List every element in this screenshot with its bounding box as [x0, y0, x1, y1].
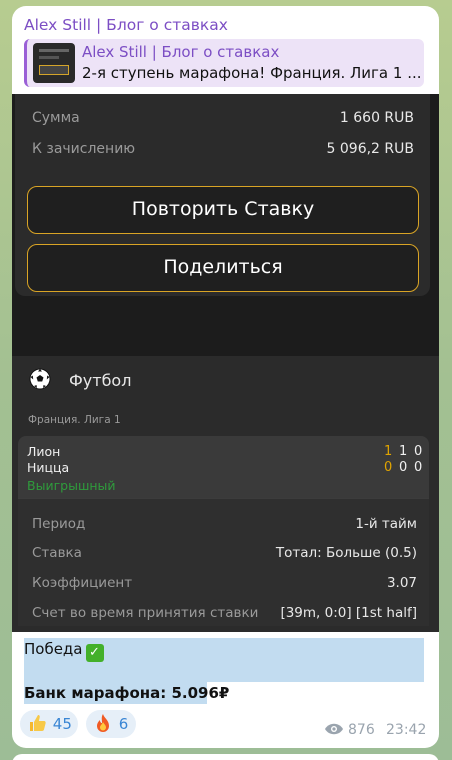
bet-status: Выигрышный [27, 478, 116, 493]
home-score-extra: 0 [414, 444, 423, 459]
win-text: Победа [24, 640, 83, 658]
score-at-bet-label: Счет во время принятия ставки [32, 605, 259, 621]
views-counter: 876 [324, 722, 375, 738]
period-label: Период [32, 516, 86, 532]
reaction-thumbs-up[interactable]: 45 [20, 710, 78, 738]
soccer-ball-icon [29, 368, 51, 390]
league-name: Франция. Лига 1 [28, 414, 121, 426]
thumbs-up-count: 45 [52, 715, 72, 733]
repeat-bet-button[interactable]: Повторить Ставку [27, 186, 419, 234]
message-line-win: Победа ✓ [24, 640, 104, 662]
bet-details: Период 1-й тайм Ставка Тотал: Больше (0.… [18, 498, 429, 626]
reaction-fire[interactable]: 6 [86, 710, 136, 738]
odds-value: 3.07 [386, 575, 417, 591]
reply-title: Alex Still | Блог о ставках [82, 43, 280, 61]
sum-label: Сумма [32, 110, 80, 126]
channel-name[interactable]: Alex Still | Блог о ставках [24, 16, 228, 34]
message-time: 23:42 [386, 722, 427, 738]
sum-value: 1 660 RUB [339, 110, 414, 126]
away-score-current: 0 [384, 460, 393, 475]
away-score-extra: 0 [414, 460, 423, 475]
period-value: 1-й тайм [355, 516, 417, 532]
bet-summary-card: Сумма 1 660 RUB К зачислению 5 096,2 RUB… [15, 94, 430, 296]
reply-thumbnail [33, 43, 75, 83]
bet-type-value: Тотал: Больше (0.5) [275, 545, 417, 561]
message-bubble[interactable]: Alex Still | Блог о ставках Alex Still |… [12, 6, 439, 748]
marathon-bank-text: Банк марафона: 5.096₽ [24, 684, 230, 702]
thumbs-up-icon [30, 715, 46, 731]
score-at-bet-value: [39m, 0:0] [1st half] [280, 605, 417, 621]
match-score-box: Лион Ницца 1 1 0 0 0 0 Выигрышный [18, 436, 429, 498]
bet-screenshot[interactable]: Сумма 1 660 RUB К зачислению 5 096,2 RUB… [12, 94, 439, 632]
reply-preview[interactable]: Alex Still | Блог о ставках 2-я ступень … [24, 39, 424, 87]
payout-value: 5 096,2 RUB [326, 141, 414, 157]
home-score-half: 1 [399, 444, 408, 459]
sport-name: Футбол [69, 371, 132, 390]
fire-icon [97, 714, 109, 732]
home-team: Лион [27, 444, 61, 459]
check-mark-icon: ✓ [85, 644, 104, 662]
away-team: Ницца [27, 460, 70, 475]
payout-label: К зачислению [32, 141, 136, 157]
event-card: Футбол Франция. Лига 1 Лион Ницца 1 1 0 … [12, 356, 439, 632]
home-score-current: 1 [384, 444, 393, 459]
odds-label: Коэффициент [32, 575, 133, 591]
away-score-half: 0 [399, 460, 408, 475]
reply-text: 2-я ступень марафона! Франция. Лига 1 ..… [82, 64, 422, 82]
share-button[interactable]: Поделиться [27, 244, 419, 292]
fire-count: 6 [118, 715, 129, 733]
views-count: 876 [348, 722, 375, 738]
eye-icon [325, 723, 343, 735]
next-message-bubble[interactable] [12, 754, 439, 760]
bet-type-label: Ставка [32, 545, 82, 561]
